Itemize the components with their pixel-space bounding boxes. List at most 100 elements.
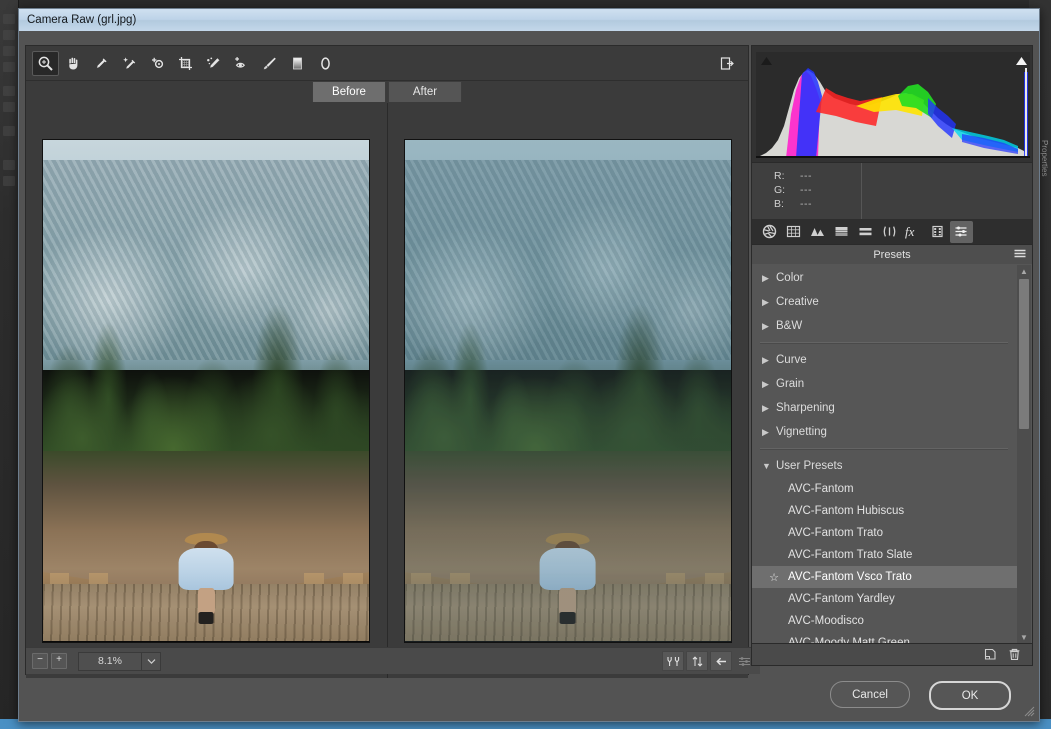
new-preset-icon (984, 648, 996, 660)
zoom-level-dropdown[interactable] (142, 651, 161, 671)
new-preset-button[interactable] (980, 646, 1000, 664)
chevron-right-icon: ▶ (762, 320, 769, 331)
copy-after-to-before-button[interactable] (710, 651, 732, 671)
open-preferences-button[interactable] (714, 51, 741, 76)
preset-group-creative[interactable]: ▶ Creative (752, 290, 1018, 314)
preview-mode-button[interactable] (662, 651, 684, 671)
zoom-level-value[interactable]: 8.1% (78, 651, 142, 671)
presets-menu-button[interactable] (1014, 249, 1026, 262)
graduated-filter-tool-button[interactable] (284, 51, 311, 76)
highlight-clipping-warning-button[interactable] (1010, 49, 1029, 65)
image-preview-region: Before After − + 8.1% (25, 45, 760, 678)
chevron-right-icon: ▶ (762, 296, 769, 307)
preset-group-vignetting[interactable]: ▶ Vignetting (752, 420, 1018, 444)
aperture-icon (762, 224, 777, 239)
resize-grip[interactable] (1023, 705, 1035, 717)
preset-item[interactable]: AVC-Fantom (752, 478, 1018, 500)
before-after-tab-strip: Before After (26, 81, 748, 103)
preset-group-label: Sharpening (776, 402, 835, 414)
preset-item-label: AVC-Fantom Hubiscus (788, 505, 905, 517)
white-balance-tool-button[interactable] (88, 51, 115, 76)
spot-removal-tool-button[interactable] (200, 51, 227, 76)
targeted-adjustment-tool-button[interactable] (144, 51, 171, 76)
magnifier-icon (38, 56, 53, 71)
tab-split-toning[interactable] (854, 221, 877, 243)
preset-item[interactable]: AVC-Fantom Hubiscus (752, 500, 1018, 522)
zoom-in-button[interactable]: + (51, 653, 67, 669)
readout-row-g: G: --- (774, 183, 861, 197)
preset-group-user-presets[interactable]: ▼ User Presets (752, 454, 1018, 478)
hand-icon (68, 56, 78, 70)
readout-value-r: --- (800, 170, 812, 182)
zoom-out-button[interactable]: − (32, 653, 48, 669)
scroll-down-arrow-icon[interactable]: ▼ (1017, 631, 1031, 643)
preset-item-label: AVC-Fantom Yardley (788, 593, 895, 605)
color-sampler-tool-button[interactable] (116, 51, 143, 76)
camera-raw-dialog: Camera Raw (grl.jpg) Before After − + 8.… (18, 8, 1040, 722)
target-adjust-icon (152, 57, 164, 68)
background-panel-tab-label: Properties (1040, 140, 1049, 177)
ok-button[interactable]: OK (929, 681, 1011, 710)
presets-scrollbar[interactable]: ▲ ▼ (1017, 265, 1031, 643)
sliders-icon (738, 656, 750, 666)
preset-group-label: Color (776, 272, 804, 284)
preset-group-sharpening[interactable]: ▶ Sharpening (752, 396, 1018, 420)
before-preview-pane[interactable] (26, 103, 388, 678)
panel-tab-bar: fx (751, 219, 1033, 245)
tab-tone-curve[interactable] (782, 221, 805, 243)
tab-presets[interactable] (950, 220, 973, 243)
before-image[interactable] (42, 138, 371, 643)
preset-item[interactable]: AVC-Fantom Yardley (752, 588, 1018, 610)
preset-item-label: AVC-Moodisco (788, 615, 864, 627)
cancel-button[interactable]: Cancel (830, 681, 910, 708)
scroll-up-arrow-icon[interactable]: ▲ (1017, 265, 1031, 277)
tab-hsl-grayscale[interactable] (830, 221, 853, 243)
preset-group-color[interactable]: ▶ Color (752, 266, 1018, 290)
tab-detail[interactable] (806, 221, 829, 243)
dialog-title-bar[interactable]: Camera Raw (grl.jpg) (19, 9, 1039, 32)
tab-effects[interactable]: fx (902, 221, 925, 243)
tab-basic[interactable] (758, 221, 781, 243)
before-tab[interactable]: Before (312, 81, 386, 102)
after-tab-label: After (412, 86, 438, 98)
preset-group-grain[interactable]: ▶ Grain (752, 372, 1018, 396)
graduated-filter-icon (293, 57, 302, 69)
star-icon[interactable]: ☆ (764, 571, 784, 584)
preset-group-label: B&W (776, 320, 803, 332)
hand-tool-button[interactable] (60, 51, 87, 76)
preset-group-label: Creative (776, 296, 819, 308)
dialog-title: Camera Raw (grl.jpg) (27, 14, 137, 26)
after-tab[interactable]: After (388, 81, 462, 102)
tab-camera-calibration[interactable] (926, 221, 949, 243)
tab-lens-corrections[interactable] (878, 221, 901, 243)
preset-item-selected[interactable]: ☆ AVC-Fantom Vsco Trato (752, 566, 1018, 588)
scrollbar-thumb[interactable] (1019, 279, 1029, 429)
preset-item[interactable]: AVC-Fantom Trato (752, 522, 1018, 544)
zoom-tool-button[interactable] (32, 50, 59, 76)
red-eye-removal-tool-button[interactable] (228, 51, 255, 76)
crop-tool-button[interactable] (172, 51, 199, 76)
preset-item[interactable]: AVC-Moody Matt Green (752, 632, 1018, 643)
delete-preset-button[interactable] (1004, 646, 1024, 664)
preset-item[interactable]: AVC-Fantom Trato Slate (752, 544, 1018, 566)
ok-button-label: OK (961, 689, 979, 702)
shadow-clipping-warning-button[interactable] (755, 49, 774, 65)
preview-canvas[interactable] (26, 103, 748, 678)
chevron-right-icon: ▶ (762, 378, 769, 389)
crop-icon (179, 56, 192, 70)
before-tab-label: Before (332, 86, 366, 98)
preset-group-bw[interactable]: ▶ B&W (752, 314, 1018, 338)
zoom-in-label: + (56, 654, 62, 665)
adjustment-brush-tool-button[interactable] (256, 51, 283, 76)
preset-group-curve[interactable]: ▶ Curve (752, 348, 1018, 372)
readout-value-g: --- (800, 184, 812, 196)
preset-item-label: AVC-Fantom Trato (788, 527, 884, 539)
after-image[interactable] (403, 138, 732, 643)
color-sampler-icon (123, 56, 136, 69)
healing-brush-icon (207, 57, 220, 68)
after-preview-pane[interactable] (388, 103, 749, 678)
presets-list[interactable]: ▶ Color ▶ Creative ▶ B&W ▶ Curve ▶ Grain… (751, 264, 1033, 644)
preset-item[interactable]: AVC-Moodisco (752, 610, 1018, 632)
swap-before-after-button[interactable] (686, 651, 708, 671)
radial-filter-tool-button[interactable] (312, 51, 339, 76)
